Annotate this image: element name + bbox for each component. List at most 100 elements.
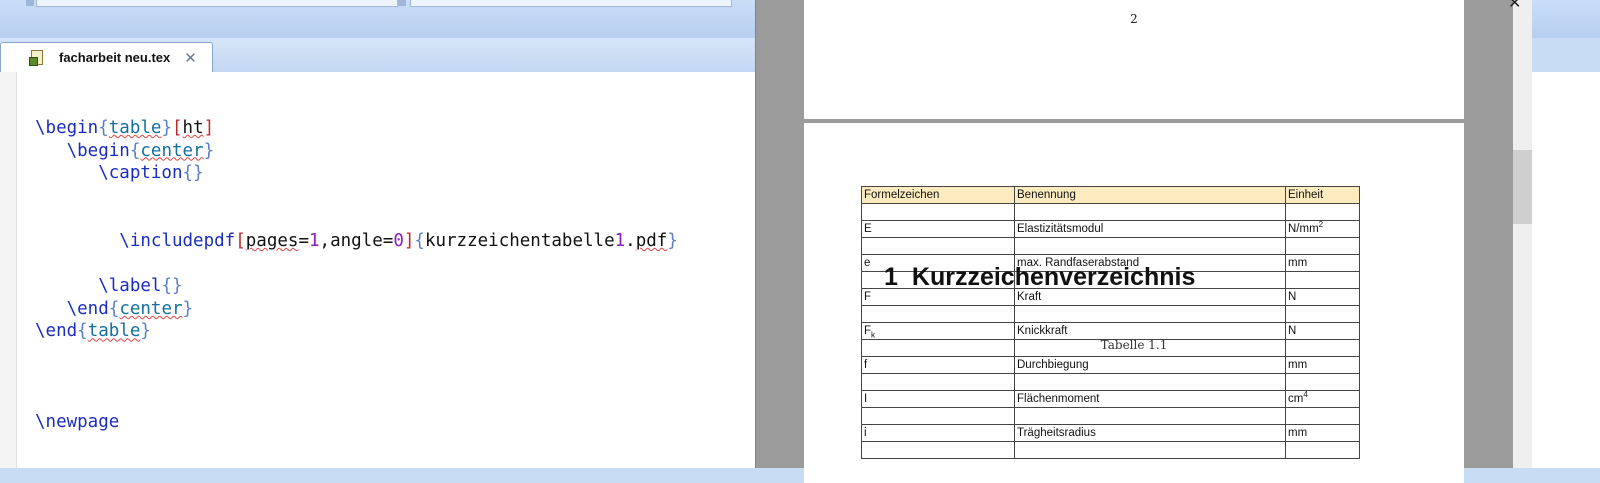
table-cell: Durchbiegung bbox=[1014, 356, 1286, 374]
code-line[interactable] bbox=[35, 388, 678, 411]
column-header: Benennung bbox=[1014, 186, 1286, 204]
unit-exponent: 2 bbox=[1318, 220, 1324, 230]
toolbar-field-right[interactable] bbox=[410, 0, 732, 7]
table-cell bbox=[1285, 441, 1360, 459]
code-line[interactable]: \includepdf[pages=1,angle=0]{kurzzeichen… bbox=[35, 230, 678, 253]
tab-label: facharbeit neu.tex bbox=[59, 50, 171, 65]
toolbar-grip[interactable] bbox=[26, 0, 34, 6]
table-row: I Flächenmoment cm4 bbox=[861, 390, 1360, 408]
editor-gutter bbox=[0, 72, 17, 468]
latex-argument: center bbox=[119, 298, 183, 319]
table-cell bbox=[1285, 373, 1360, 391]
pdf-viewer[interactable]: 2 Formelzeichen Benennung Einheit E Elast… bbox=[755, 0, 1532, 483]
code-line[interactable]: \caption{} bbox=[35, 162, 678, 185]
table-cell: Knickkraft bbox=[1014, 322, 1286, 340]
brace: { bbox=[98, 118, 109, 138]
code-line[interactable]: \end{center} bbox=[35, 298, 678, 321]
latex-command: \end bbox=[35, 321, 78, 342]
page-number: 2 bbox=[1130, 12, 1138, 26]
file-ext-text: pdf bbox=[635, 230, 668, 251]
tab-facharbeit[interactable]: facharbeit neu.tex ✕ bbox=[0, 42, 213, 72]
brace: } bbox=[140, 321, 151, 342]
toolbar-grip[interactable] bbox=[398, 0, 406, 6]
table-cell bbox=[1285, 203, 1360, 221]
toolbar-field-left[interactable] bbox=[36, 0, 398, 7]
code-line[interactable]: \newpage bbox=[35, 411, 678, 434]
table-row bbox=[861, 203, 1360, 221]
brace: { bbox=[182, 163, 194, 184]
table-cell bbox=[861, 407, 1015, 425]
table-cell bbox=[861, 237, 1015, 255]
code-line[interactable] bbox=[35, 253, 678, 276]
code-line[interactable] bbox=[35, 185, 678, 208]
latex-argument: table bbox=[87, 321, 141, 342]
table-row bbox=[861, 407, 1360, 425]
brace: } bbox=[182, 298, 194, 319]
latex-command: \includepdf bbox=[119, 230, 236, 251]
table-cell bbox=[1285, 407, 1360, 425]
viewer-scrollbar-thumb[interactable] bbox=[1513, 150, 1532, 224]
table-cell: mm bbox=[1285, 424, 1360, 442]
pdf-page-2: 2 bbox=[804, 0, 1464, 119]
table-row: i Trägheitsradius mm bbox=[861, 424, 1360, 442]
table-cell bbox=[861, 305, 1015, 323]
operator: , bbox=[319, 230, 331, 251]
table-cell: E bbox=[861, 220, 1015, 238]
option-value: 1 bbox=[308, 230, 320, 251]
code-line[interactable]: \label{} bbox=[35, 275, 678, 298]
code-line[interactable] bbox=[35, 207, 678, 230]
table-cell bbox=[1014, 237, 1286, 255]
table-cell bbox=[1014, 373, 1286, 391]
option-key: pages bbox=[245, 230, 299, 251]
code-line[interactable]: \begin{table}[ht] bbox=[35, 117, 678, 140]
table-cell: I bbox=[861, 390, 1015, 408]
table-cell: cm4 bbox=[1285, 390, 1360, 408]
code-line[interactable]: \begin{center} bbox=[35, 140, 678, 163]
code-line[interactable] bbox=[35, 343, 678, 366]
operator: = bbox=[298, 230, 309, 251]
table-cell bbox=[1285, 237, 1360, 255]
table-row bbox=[861, 373, 1360, 391]
latex-option: ht bbox=[182, 118, 204, 138]
table-cell: N bbox=[1285, 288, 1360, 306]
viewer-scrollbar[interactable] bbox=[1513, 0, 1532, 468]
table-cell: Fk bbox=[861, 322, 1015, 340]
operator: . bbox=[625, 230, 636, 251]
close-viewer-icon[interactable]: ✕ bbox=[1508, 0, 1521, 13]
bracket: [ bbox=[235, 230, 246, 251]
table-cell: Elastizitätsmodul bbox=[1014, 220, 1286, 238]
table-cell bbox=[1014, 441, 1286, 459]
bracket: ] bbox=[203, 118, 215, 138]
pdf-page-3: Formelzeichen Benennung Einheit E Elastiz… bbox=[804, 123, 1464, 483]
brace: } bbox=[171, 276, 183, 297]
bracket: ] bbox=[403, 230, 415, 251]
option-key: angle bbox=[330, 230, 383, 251]
latex-command: \end bbox=[66, 298, 109, 319]
table-header-row: Formelzeichen Benennung Einheit bbox=[861, 186, 1360, 204]
table-cell bbox=[861, 203, 1015, 221]
brace: { bbox=[108, 298, 120, 319]
symbol-table: Formelzeichen Benennung Einheit E Elastiz… bbox=[861, 186, 1360, 459]
table-cell bbox=[1014, 407, 1286, 425]
code-line[interactable]: \end{table} bbox=[35, 320, 678, 343]
brace: } bbox=[193, 163, 204, 184]
column-header: Einheit bbox=[1285, 186, 1360, 204]
close-tab-icon[interactable]: ✕ bbox=[184, 49, 197, 67]
table-cell: Trägheitsradius bbox=[1014, 424, 1286, 442]
table-row: E Elastizitätsmodul N/mm2 bbox=[861, 220, 1360, 238]
brace: } bbox=[667, 230, 678, 251]
code-line[interactable] bbox=[35, 366, 678, 389]
code-editor[interactable]: \begin{table}[ht] \begin{center} \captio… bbox=[0, 72, 755, 468]
code-text[interactable]: \begin{table}[ht] \begin{center} \captio… bbox=[35, 117, 678, 433]
table-cell: N/mm2 bbox=[1285, 220, 1360, 238]
brace: { bbox=[77, 321, 88, 342]
operator: = bbox=[382, 230, 394, 251]
latex-command: \begin bbox=[66, 140, 130, 161]
section-heading: 1 Kurzzeichenverzeichnis bbox=[884, 263, 1196, 291]
latex-argument: center bbox=[140, 140, 204, 161]
table-cell bbox=[861, 373, 1015, 391]
table-cell bbox=[861, 441, 1015, 459]
